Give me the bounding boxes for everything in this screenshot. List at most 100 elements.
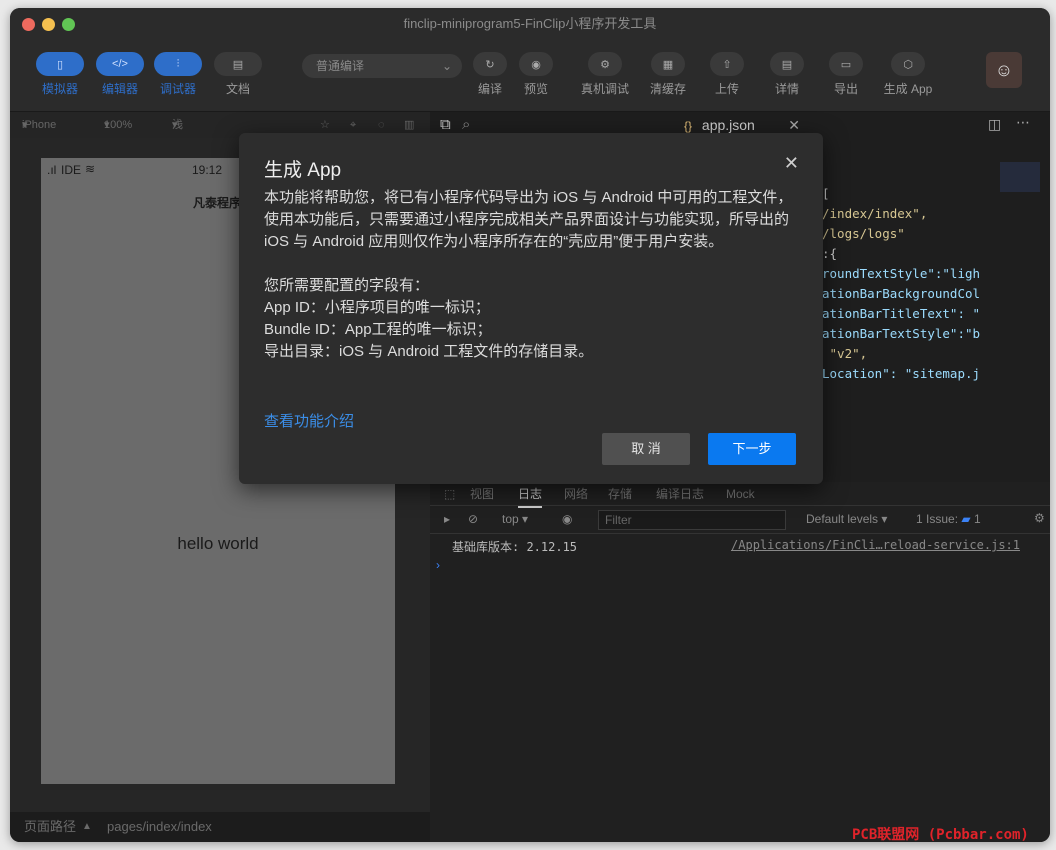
- close-window-button[interactable]: [22, 18, 35, 31]
- copy-icon[interactable]: ⧉: [440, 116, 451, 133]
- watermark: PCB联盟网 (Pcbbar.com): [852, 827, 1029, 843]
- maximize-window-button[interactable]: [62, 18, 75, 31]
- console-log-source-link[interactable]: /Applications/FinCli…reload-service.js:1: [731, 538, 1020, 552]
- filter-placeholder: Filter: [605, 513, 632, 527]
- title-bar: finclip-miniprogram5-FinClip小程序开发工具: [10, 8, 1050, 40]
- carrier-label: IDE: [61, 163, 82, 177]
- upload-button[interactable]: ⇧ 上传: [701, 52, 753, 97]
- debugger-label: 调试器: [159, 82, 196, 96]
- minimap[interactable]: [1000, 162, 1040, 192]
- filter-input[interactable]: Filter: [598, 510, 786, 530]
- debugger-button[interactable]: ⫶ 调试器: [152, 52, 204, 97]
- field-bundle-id: Bundle ID：App工程的唯一标识；: [264, 321, 492, 338]
- upload-label: 上传: [714, 82, 739, 96]
- hello-text: hello world: [177, 534, 259, 553]
- more-icon[interactable]: ⋯: [1016, 114, 1030, 131]
- docs-button[interactable]: ▤ 文档: [212, 52, 264, 97]
- search-icon[interactable]: ⌕: [462, 116, 470, 133]
- phone-icon: ▯: [36, 52, 84, 76]
- code-line: ationBarTextStyle":"b: [822, 326, 981, 341]
- file-icon: ▤: [770, 52, 804, 76]
- generate-app-dialog: 生成 App ✕ 本功能将帮助您，将已有小程序代码导出为 iOS 与 Andro…: [239, 133, 823, 484]
- tab-console[interactable]: 日志: [518, 482, 543, 508]
- issues-label: 1 Issue:: [916, 512, 959, 526]
- inspect-icon[interactable]: ⬚: [444, 482, 455, 506]
- code-content[interactable]: [/index/index", /logs/logs":{roundTextSty…: [822, 184, 980, 384]
- context-value: top: [502, 512, 519, 526]
- feature-intro-link[interactable]: 查看功能介绍: [264, 410, 354, 431]
- toolbar: ▯ 模拟器 </> 编辑器 ⫶ 调试器 ▤ 文档 普通编译 ⌄ ↻ 编译 ◉ 预…: [10, 40, 1050, 112]
- preview-button[interactable]: ◉ 预览: [510, 52, 562, 97]
- minimize-window-button[interactable]: [42, 18, 55, 31]
- tab-view[interactable]: 视图: [470, 482, 494, 506]
- preview-label: 预览: [523, 82, 548, 96]
- zoom-select[interactable]: 100% ▾: [104, 112, 132, 138]
- code-line: Location": "sitemap.j: [822, 366, 981, 381]
- simulator-label: 模拟器: [41, 82, 78, 96]
- folder-icon: ▭: [829, 52, 863, 76]
- generate-app-button[interactable]: ⬡ 生成 App: [876, 52, 940, 97]
- tab-network[interactable]: 网络: [564, 482, 588, 506]
- cancel-button[interactable]: 取 消: [602, 433, 690, 465]
- compile-button[interactable]: ↻ 编译: [464, 52, 516, 97]
- levels-select[interactable]: Default levels ▾: [806, 512, 887, 526]
- wifi-status-icon: ≋: [85, 162, 96, 176]
- dialog-body: 本功能将帮助您，将已有小程序代码导出为 iOS 与 Android 中可用的工程…: [264, 187, 799, 363]
- eye-icon: ◉: [519, 52, 553, 76]
- editor-label: 编辑器: [101, 82, 138, 96]
- upload-icon: ⇧: [710, 52, 744, 76]
- devtools-tabs: ⬚ 视图 日志 网络 存储 编译日志 Mock: [430, 482, 1050, 508]
- device-select[interactable]: iPhone 5 ▾: [22, 112, 56, 157]
- code-line: :{: [822, 246, 838, 261]
- compile-mode-select[interactable]: 普通编译 ⌄: [302, 54, 462, 78]
- tab-compile-log[interactable]: 编译日志: [656, 482, 704, 506]
- console-prompt-icon[interactable]: ›: [436, 558, 440, 572]
- device-debug-button[interactable]: ⚙ 真机调试: [580, 52, 630, 97]
- code-line: [: [822, 186, 830, 201]
- close-icon[interactable]: ✕: [784, 153, 799, 174]
- zoom-value: 100%: [104, 119, 133, 131]
- code-line: /index/index",: [822, 206, 928, 221]
- gear-icon[interactable]: ⚙: [1034, 511, 1045, 525]
- avatar[interactable]: ☺: [986, 52, 1022, 88]
- cube-icon: ⬡: [891, 52, 925, 76]
- split-editor-icon[interactable]: ◫: [988, 116, 1001, 133]
- tab-mock[interactable]: Mock: [726, 482, 755, 506]
- page-path-bar: 页面路径 ▲ pages/index/index: [10, 812, 430, 842]
- details-button[interactable]: ▤ 详情: [761, 52, 813, 97]
- code-line: ationBarBackgroundCol: [822, 286, 981, 301]
- eye-icon[interactable]: ◉: [562, 512, 572, 526]
- export-label: 导出: [833, 82, 858, 96]
- device-debug-label: 真机调试: [580, 82, 629, 96]
- tab-label: app.json: [701, 117, 755, 133]
- issue-count: 1: [973, 512, 981, 526]
- signal-icon: .ıl: [47, 163, 57, 177]
- page-path-label: 页面路径: [24, 819, 77, 834]
- clear-cache-label: 清缓存: [649, 82, 686, 96]
- compile-label: 编译: [477, 82, 502, 96]
- clear-cache-button[interactable]: ▦ 清缓存: [642, 52, 694, 97]
- console-log-line: 基础库版本: 2.12.15: [452, 540, 578, 554]
- tab-storage[interactable]: 存储: [608, 482, 632, 506]
- block-icon[interactable]: ⊘: [468, 512, 478, 526]
- bug-icon: ⚙: [588, 52, 622, 76]
- sidebar-toggle-icon[interactable]: ▸: [444, 512, 450, 526]
- field-export-dir: 导出目录：iOS 与 Android 工程文件的存储目录。: [264, 343, 594, 360]
- dialog-description: 本功能将帮助您，将已有小程序代码导出为 iOS 与 Android 中可用的工程…: [264, 189, 793, 250]
- generate-app-label: 生成 App: [883, 82, 933, 96]
- window-title: finclip-miniprogram5-FinClip小程序开发工具: [403, 16, 657, 31]
- document-icon: ▤: [214, 52, 262, 76]
- issues-button[interactable]: 1 Issue: ▰ 1: [916, 512, 981, 526]
- simulator-button[interactable]: ▯ 模拟器: [34, 52, 86, 97]
- caret-up-icon[interactable]: ▲: [82, 812, 92, 842]
- code-line: /logs/logs": [822, 226, 905, 241]
- context-select[interactable]: top ▾: [502, 512, 528, 526]
- editor-button[interactable]: </> 编辑器: [94, 52, 146, 97]
- compile-mode-value: 普通编译: [316, 59, 365, 73]
- trash-icon: ▦: [651, 52, 685, 76]
- next-button[interactable]: 下一步: [708, 433, 796, 465]
- theme-select[interactable]: 浅色 ▾: [172, 112, 183, 157]
- nav-title: 凡泰程序: [193, 196, 242, 210]
- code-line: ationBarTitleText": ": [822, 306, 981, 321]
- export-button[interactable]: ▭ 导出: [820, 52, 872, 97]
